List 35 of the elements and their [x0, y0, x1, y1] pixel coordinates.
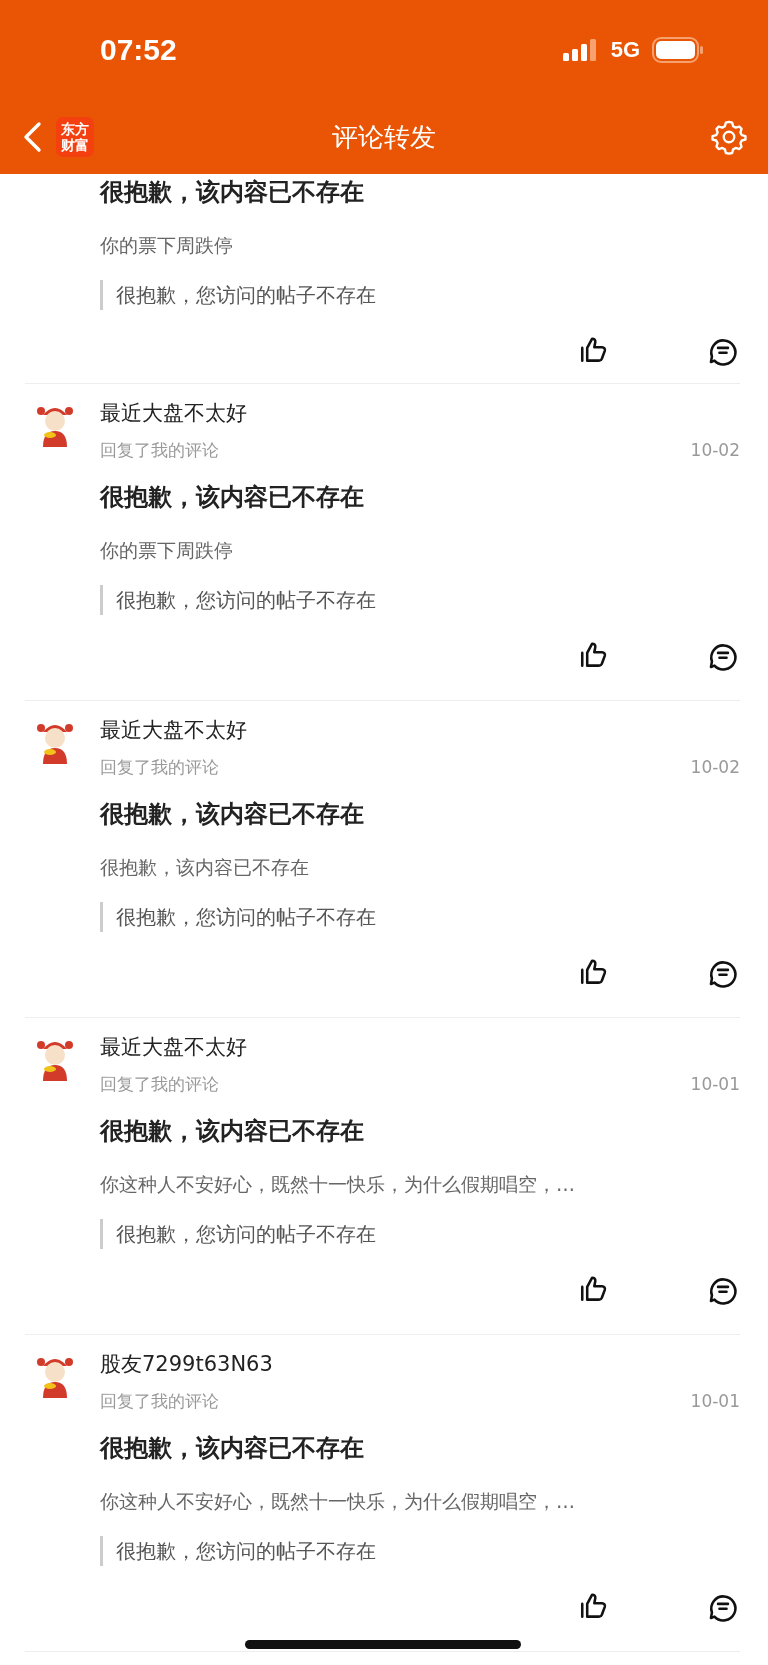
comment-date: 10-02 [690, 756, 740, 779]
user-name[interactable]: 股友7299t63N63 [100, 1349, 273, 1379]
settings-button[interactable] [710, 118, 748, 156]
back-button[interactable] [22, 121, 42, 153]
app-logo: 东方财富 [56, 116, 94, 158]
page-title: 评论转发 [332, 120, 436, 154]
network-label: 5G [610, 37, 640, 63]
signal-icon [562, 39, 599, 61]
comment-title[interactable]: 很抱歉，该内容已不存在 [100, 1113, 364, 1149]
comment-date: 10-01 [690, 1390, 740, 1413]
quoted-post[interactable]: 很抱歉，您访问的帖子不存在 [100, 1536, 376, 1566]
comment-text: 你这种人不安好心，既然十一快乐，为什么假期唱空，… [100, 1489, 575, 1514]
comment-date: 10-01 [690, 1073, 740, 1096]
reply-label: 回复了我的评论 [100, 1390, 219, 1413]
comment-text: 你的票下周跌停 [100, 538, 233, 563]
quoted-post[interactable]: 很抱歉，您访问的帖子不存在 [100, 1219, 376, 1249]
reply-label: 回复了我的评论 [100, 1073, 219, 1096]
comment-title[interactable]: 很抱歉，该内容已不存在 [100, 174, 364, 210]
quoted-post[interactable]: 很抱歉，您访问的帖子不存在 [100, 280, 376, 310]
user-name[interactable]: 最近大盘不太好 [100, 398, 247, 428]
quoted-post[interactable]: 很抱歉，您访问的帖子不存在 [100, 585, 376, 615]
comment-title[interactable]: 很抱歉，该内容已不存在 [100, 796, 364, 832]
comment-text: 很抱歉，该内容已不存在 [100, 855, 309, 880]
comment-title[interactable]: 很抱歉，该内容已不存在 [100, 479, 364, 515]
user-name[interactable]: 最近大盘不太好 [100, 715, 247, 745]
reply-label: 回复了我的评论 [100, 756, 219, 779]
comment-text: 你的票下周跌停 [100, 233, 233, 258]
quoted-post[interactable]: 很抱歉，您访问的帖子不存在 [100, 902, 376, 932]
status-time: 07:52 [100, 33, 177, 67]
battery-icon [652, 37, 704, 63]
comment-text: 你这种人不安好心，既然十一快乐，为什么假期唱空，… [100, 1172, 575, 1197]
reply-label: 回复了我的评论 [100, 439, 219, 462]
comment-title[interactable]: 很抱歉，该内容已不存在 [100, 1430, 364, 1466]
comment-date: 10-02 [690, 439, 740, 462]
user-name[interactable]: 最近大盘不太好 [100, 1032, 247, 1062]
